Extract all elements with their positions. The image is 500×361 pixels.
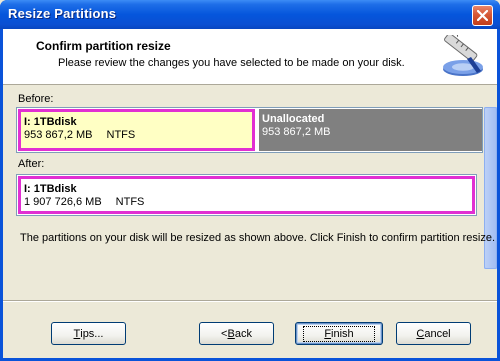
- cancel-button[interactable]: Cancel: [396, 322, 471, 345]
- info-text: The partitions on your disk will be resi…: [20, 232, 496, 244]
- partition-size: 953 867,2 MB: [24, 129, 93, 141]
- button-rest: ancel: [424, 327, 451, 340]
- button-rest: inish: [331, 327, 354, 340]
- header-subtitle: Please review the changes you have selec…: [58, 57, 405, 69]
- after-disk-map: I: 1TBdisk 1 907 726,6 MB NTFS: [16, 174, 477, 216]
- button-divider: [3, 300, 497, 302]
- window-title: Resize Partitions: [8, 6, 117, 21]
- before-partition-unallocated[interactable]: Unallocated 953 867,2 MB: [259, 109, 482, 151]
- vertical-scrollbar[interactable]: [484, 107, 497, 269]
- button-accel: B: [227, 327, 235, 340]
- wizard-header: Confirm partition resize Please review t…: [3, 29, 497, 85]
- after-label: After:: [18, 158, 45, 170]
- resize-partitions-window: Resize Partitions Confirm partition resi…: [0, 0, 500, 361]
- tips-button[interactable]: Tips...: [51, 322, 126, 345]
- scrollbar-thumb[interactable]: [484, 107, 497, 269]
- button-accel: T: [73, 327, 81, 340]
- partition-fs: NTFS: [115, 196, 145, 208]
- before-label: Before:: [18, 93, 54, 105]
- partition-name: I: 1TBdisk: [24, 183, 77, 195]
- header-title: Confirm partition resize: [36, 39, 171, 53]
- close-button[interactable]: [472, 5, 493, 26]
- before-disk-map: I: 1TBdisk 953 867,2 MB NTFS Unallocated …: [16, 107, 483, 153]
- dialog-body: Confirm partition resize Please review t…: [3, 29, 497, 358]
- partition-size: 1 907 726,6 MB: [24, 196, 102, 208]
- button-rest: ips...: [80, 327, 104, 340]
- partition-size: 953 867,2 MB: [262, 126, 331, 138]
- finish-button[interactable]: Finish: [295, 322, 383, 345]
- back-button[interactable]: < Back: [199, 322, 274, 345]
- button-accel: C: [416, 327, 425, 340]
- focus-rect: Finish: [303, 325, 375, 342]
- partition-fs: NTFS: [106, 129, 136, 141]
- partition-name: Unallocated: [262, 113, 325, 125]
- resize-tool-icon: [437, 32, 485, 82]
- partition-name: I: 1TBdisk: [24, 116, 77, 128]
- button-rest: ack: [234, 327, 252, 340]
- title-bar[interactable]: Resize Partitions: [0, 0, 500, 29]
- before-partition-1tbdisk[interactable]: I: 1TBdisk 953 867,2 MB NTFS: [18, 109, 255, 151]
- close-icon: [477, 10, 488, 21]
- after-partition-1tbdisk[interactable]: I: 1TBdisk 1 907 726,6 MB NTFS: [18, 176, 475, 214]
